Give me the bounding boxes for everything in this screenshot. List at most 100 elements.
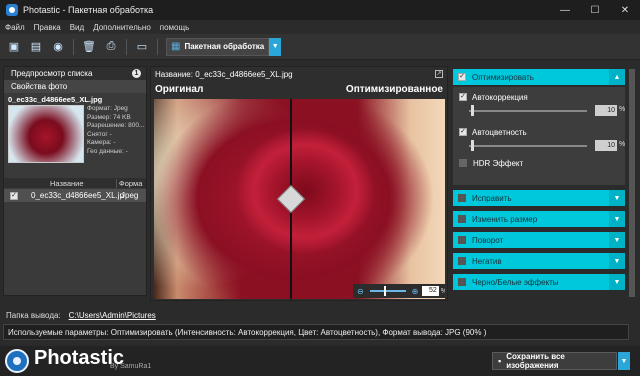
menu-edit[interactable]: Правка — [34, 23, 61, 32]
section-negative[interactable]: Негатив ▼ — [453, 253, 625, 269]
file-name: 0_ec33c_d4866ee5_XL.jp — [31, 191, 124, 200]
save-icon: ▪ — [498, 356, 502, 366]
column-name-header[interactable]: Название — [4, 179, 116, 188]
tab-preview-list[interactable]: Предпросмотр списка 1 — [4, 67, 146, 80]
scrollbar-thumb[interactable] — [629, 69, 635, 297]
resize-checkbox[interactable] — [458, 215, 466, 223]
menu-help[interactable]: помощь — [160, 23, 189, 32]
save-dropdown-button[interactable]: ▼ — [618, 352, 630, 370]
expand-icon[interactable]: ↗ — [435, 70, 443, 78]
tab-photo-properties[interactable]: Свойства фото — [4, 80, 146, 93]
expand-icon[interactable]: ▼ — [609, 190, 625, 206]
footer: Photastic By SamuRa1 ▪ Сохранить все изо… — [0, 346, 640, 376]
resize-label: Изменить размер — [472, 214, 538, 224]
fix-label: Исправить — [472, 193, 512, 203]
section-bw-effects[interactable]: Черно/Белые эффекты ▼ — [453, 274, 625, 290]
comparison-image[interactable]: ⊖ ⊕ 52 % — [154, 99, 445, 299]
info-resolution: Разрешение: 800... — [87, 122, 145, 130]
menu-view[interactable]: Вид — [70, 23, 84, 32]
autocolor-value[interactable]: 10 — [595, 140, 617, 151]
section-fix[interactable]: Исправить ▼ — [453, 190, 625, 206]
info-taken: Снятог - — [87, 130, 112, 138]
batch-mode-label: Пакетная обработка — [184, 42, 265, 51]
open-folder-icon[interactable]: ▤ — [27, 38, 45, 56]
negative-checkbox[interactable] — [458, 257, 466, 265]
autocolor-checkbox[interactable]: ✓ — [459, 128, 467, 136]
autocolor-slider-knob[interactable] — [471, 140, 474, 151]
toolbar: ▣ ▤ ◉ 🗑 ⎙ ▭ ▦ Пакетная обработка ▼ — [0, 34, 640, 60]
preview-filename: Название: 0_ec33c_d4866ee5_XL.jpg — [155, 69, 293, 79]
file-format: Jpeg — [121, 191, 139, 200]
output-folder-row: Папка вывода: C:\Users\Admin\Pictures — [3, 308, 629, 322]
section-optimize[interactable]: ✓ Оптимизировать ▲ — [453, 69, 625, 85]
rotate-checkbox[interactable] — [458, 236, 466, 244]
minimize-button[interactable]: — — [550, 0, 580, 20]
author-credit: By SamuRa1 — [110, 363, 152, 370]
hdr-checkbox[interactable] — [459, 159, 467, 167]
toolbar-separator — [157, 38, 158, 55]
fix-checkbox[interactable] — [458, 194, 466, 202]
zoom-slider[interactable] — [369, 286, 406, 296]
left-panel: Предпросмотр списка 1 Свойства фото 0_ec… — [3, 66, 147, 296]
batch-mode-button[interactable]: ▦ Пакетная обработка — [166, 37, 270, 56]
info-geo: Гео данные: - — [87, 147, 128, 155]
negative-label: Негатив — [472, 256, 502, 266]
zoom-unit: % — [441, 288, 445, 295]
toolbar-separator — [73, 38, 74, 55]
tab-preview-label: Предпросмотр списка — [11, 69, 93, 78]
autocolor-label: Автоцветность — [472, 127, 527, 137]
preview-title-bar: Название: 0_ec33c_d4866ee5_XL.jpg ↗ — [151, 67, 447, 81]
zoom-out-icon[interactable]: ⊖ — [357, 287, 364, 296]
maximize-button[interactable]: ☐ — [580, 0, 610, 20]
webcam-icon[interactable]: ◉ — [49, 38, 67, 56]
effects-scrollbar[interactable] — [629, 69, 635, 297]
split-handle[interactable] — [276, 184, 306, 214]
menu-file[interactable]: Файл — [5, 23, 25, 32]
column-format-header[interactable]: Форма — [116, 178, 142, 188]
file-checkbox[interactable]: ✓ — [10, 191, 18, 200]
expand-icon[interactable]: ▼ — [609, 211, 625, 227]
zoom-bar: ⊖ ⊕ 52 % — [353, 284, 445, 298]
window-icon[interactable]: ▭ — [133, 38, 151, 56]
print-icon[interactable]: ⎙ — [102, 38, 120, 56]
autocolor-slider[interactable] — [469, 145, 587, 147]
parameters-summary: Используемые параметры: Оптимизировать (… — [3, 324, 629, 340]
zoom-slider-knob[interactable] — [383, 286, 386, 296]
collapse-icon[interactable]: ▲ — [609, 69, 625, 85]
bw-checkbox[interactable] — [458, 278, 466, 286]
mode-dropdown-button[interactable]: ▼ — [269, 37, 282, 56]
expand-icon[interactable]: ▼ — [609, 274, 625, 290]
autocorrect-slider[interactable] — [469, 110, 587, 112]
optimize-body: ✓ Автокоррекция 10 % ✓ Автоцветность 10 … — [453, 87, 625, 185]
autocorrect-slider-knob[interactable] — [471, 105, 474, 116]
section-rotate[interactable]: Поворот ▼ — [453, 232, 625, 248]
zoom-in-icon[interactable]: ⊕ — [412, 287, 419, 296]
info-size: Размер: 74 KB — [87, 113, 131, 121]
autocolor-slider-row: 10 % — [459, 138, 625, 154]
open-image-icon[interactable]: ▣ — [5, 38, 23, 56]
file-row[interactable]: ✓ 0_ec33c_d4866ee5_XL.jp Jpeg — [4, 189, 146, 202]
tab-props-label: Свойства фото — [11, 82, 68, 91]
autocolor-unit: % — [619, 141, 626, 148]
expand-icon[interactable]: ▼ — [609, 232, 625, 248]
optimize-checkbox[interactable]: ✓ — [458, 73, 466, 81]
close-button[interactable]: ✕ — [610, 0, 640, 20]
label-optimized: Оптимизированное — [345, 83, 443, 95]
save-all-button[interactable]: ▪ Сохранить все изображения — [492, 352, 617, 370]
delete-icon[interactable]: 🗑 — [80, 38, 98, 56]
menu-advanced[interactable]: Дополнительно — [93, 23, 151, 32]
preview-panel: Название: 0_ec33c_d4866ee5_XL.jpg ↗ Ориг… — [150, 66, 448, 301]
list-header: Название Форма — [4, 178, 146, 188]
output-folder-link[interactable]: C:\Users\Admin\Pictures — [69, 311, 156, 320]
info-format: Формат: Jpeg — [87, 105, 128, 112]
app-icon — [6, 4, 18, 16]
autocorrect-value[interactable]: 10 — [595, 105, 617, 116]
thumbnail-filename: 0_ec33c_d4866ee5_XL.jpg — [8, 95, 103, 104]
window-title: Photastic - Пакетная обработка — [23, 5, 154, 15]
section-resize[interactable]: Изменить размер ▼ — [453, 211, 625, 227]
autocorrect-checkbox[interactable]: ✓ — [459, 93, 467, 101]
expand-icon[interactable]: ▼ — [609, 253, 625, 269]
zoom-input[interactable]: 52 — [422, 286, 439, 296]
autocorrect-slider-row: 10 % — [459, 103, 625, 119]
title-bar: Photastic - Пакетная обработка — ☐ ✕ — [0, 0, 640, 20]
